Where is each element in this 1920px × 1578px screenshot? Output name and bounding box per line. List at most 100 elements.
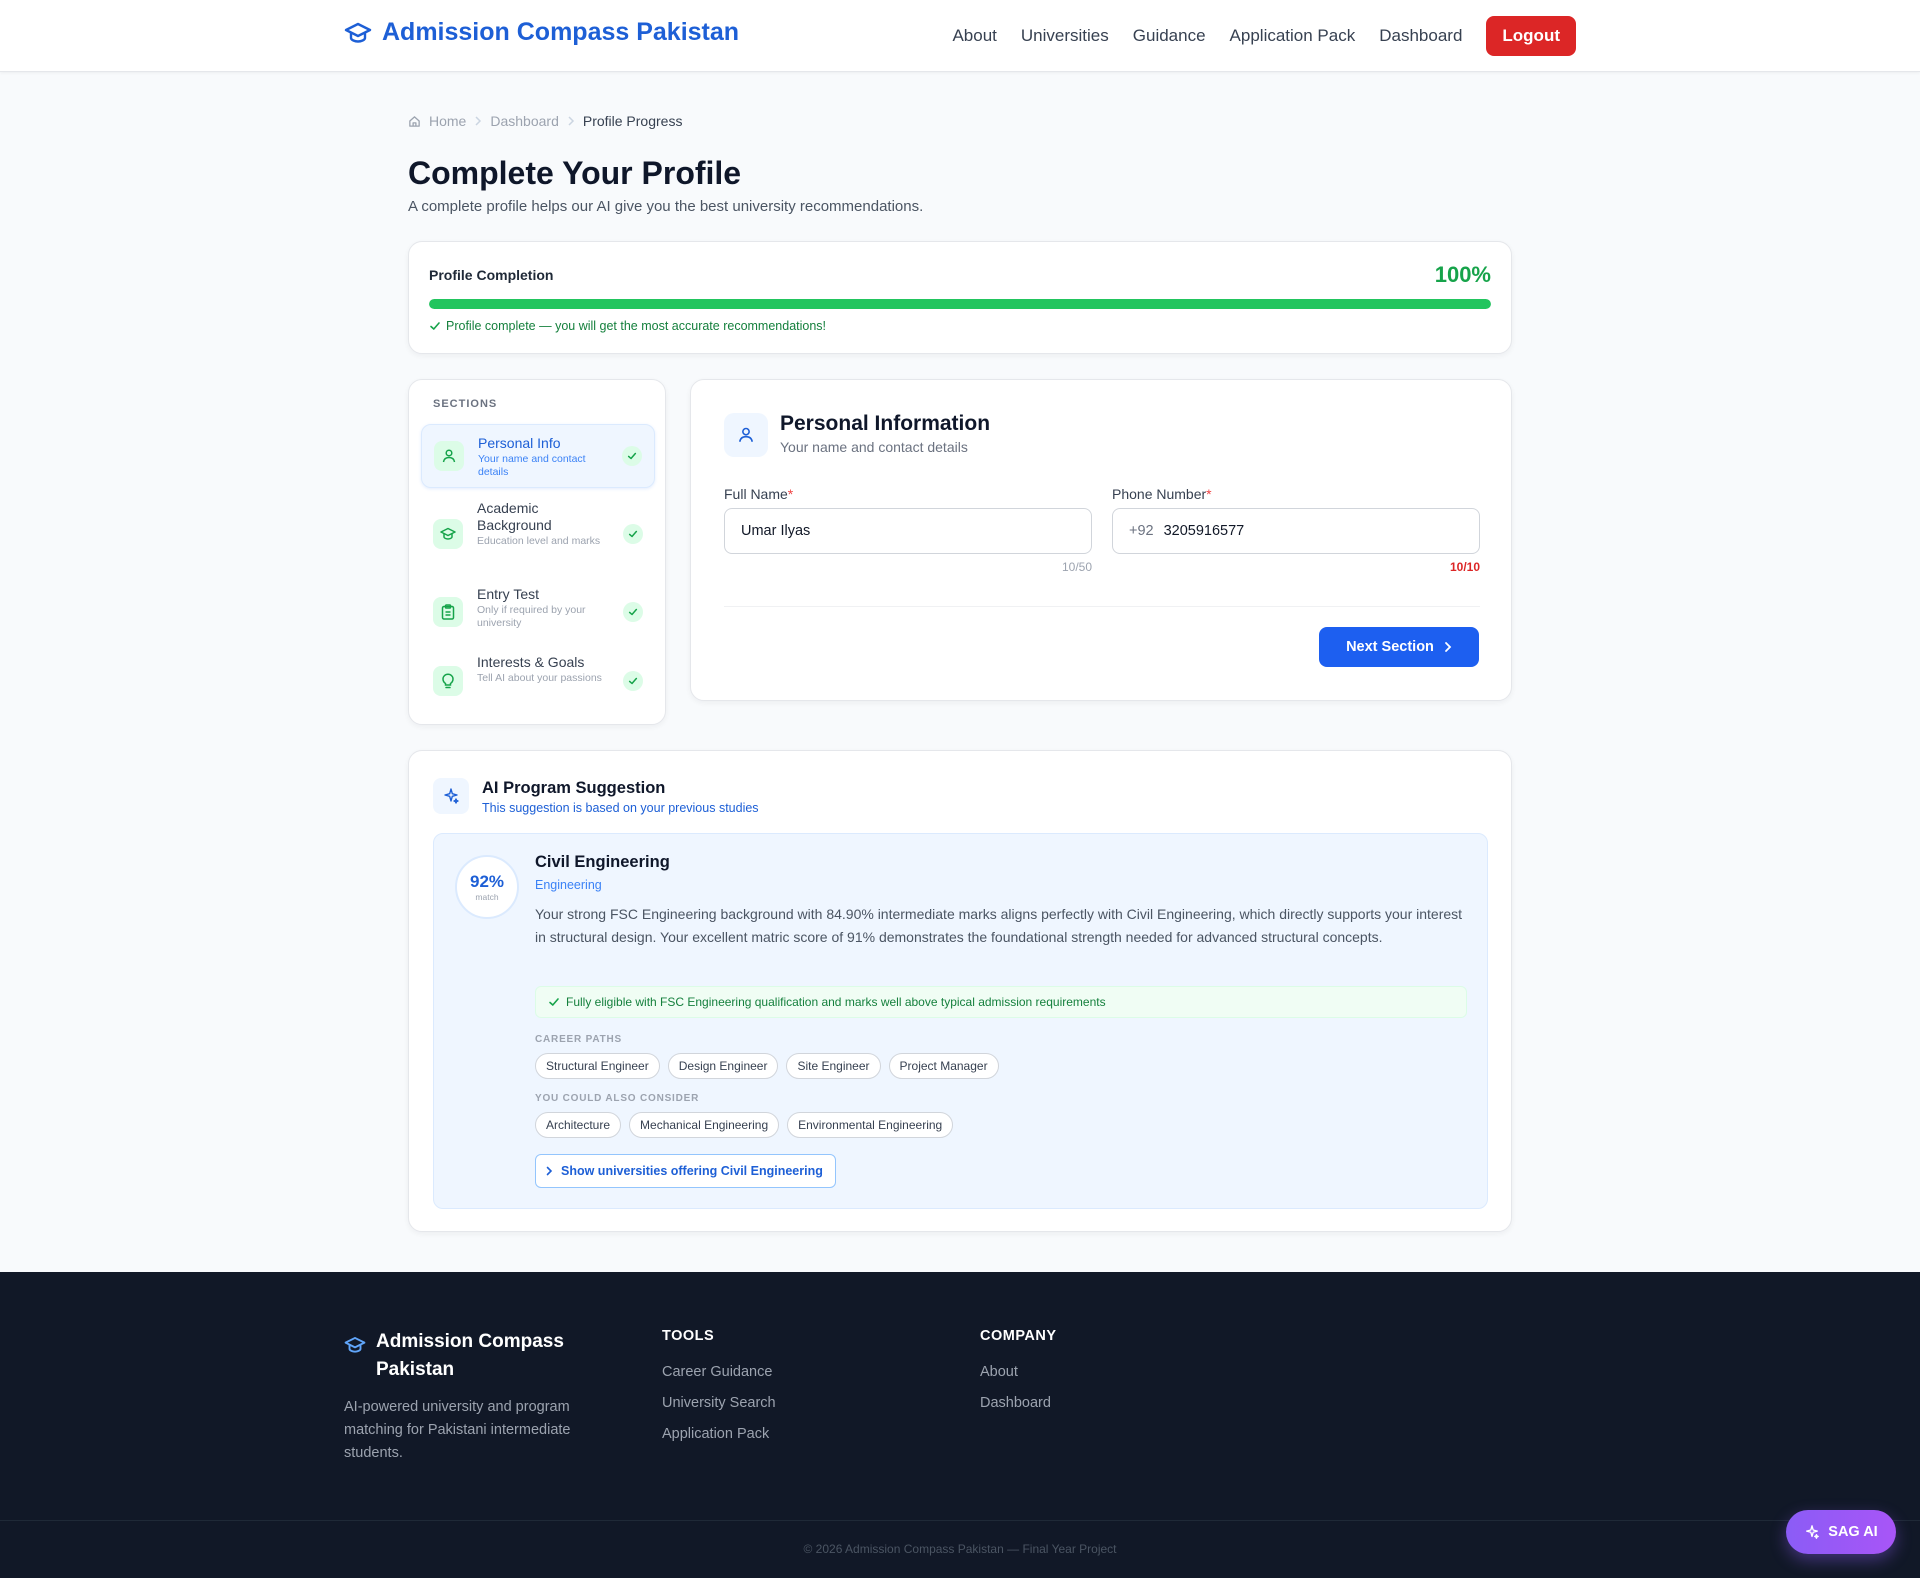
consider-tag[interactable]: Environmental Engineering (787, 1112, 954, 1138)
nav-application-pack[interactable]: Application Pack (1230, 26, 1356, 46)
logout-button[interactable]: Logout (1486, 16, 1576, 56)
copyright: © 2026 Admission Compass Pakistan — Fina… (803, 1542, 1117, 1556)
completion-label: Profile Completion (429, 267, 554, 283)
eligibility-text: Fully eligible with FSC Engineering qual… (566, 995, 1106, 1009)
footer-link-university-search[interactable]: University Search (662, 1395, 776, 1411)
home-icon (408, 115, 421, 128)
show-universities-label: Show universities offering Civil Enginee… (561, 1164, 823, 1178)
breadcrumb-dashboard[interactable]: Dashboard (490, 113, 559, 129)
clipboard-icon (433, 597, 463, 627)
program-field: Engineering (535, 878, 602, 892)
match-badge: 92% match (455, 855, 519, 919)
phone-number-input[interactable]: +92 3205916577 (1112, 508, 1480, 554)
footer-company-heading: COMPANY (980, 1328, 1057, 1344)
next-section-button[interactable]: Next Section (1319, 627, 1479, 667)
sag-ai-chat-button[interactable]: SAG AI (1786, 1510, 1896, 1554)
required-asterisk: * (1206, 486, 1212, 502)
next-section-label: Next Section (1346, 639, 1434, 655)
sparkles-icon (1804, 1524, 1820, 1540)
footer-link-dashboard[interactable]: Dashboard (980, 1395, 1057, 1411)
footer-brand-name: Admission Compass Pakistan (376, 1331, 564, 1380)
breadcrumb-home[interactable]: Home (429, 113, 466, 129)
graduation-cap-icon (344, 1336, 366, 1384)
main-nav: About Universities Guidance Application … (952, 16, 1576, 56)
site-footer: Admission Compass Pakistan AI-powered un… (0, 1272, 1920, 1578)
program-name: Civil Engineering (535, 853, 670, 871)
completion-message-text: Profile complete — you will get the most… (446, 319, 827, 333)
footer-company-column: COMPANY About Dashboard (980, 1328, 1057, 1426)
footer-tools-heading: TOOLS (662, 1328, 715, 1344)
section-desc: Your name and contact details (478, 453, 586, 479)
check-circle-icon (623, 602, 643, 622)
brand-logo[interactable]: Admission Compass Pakistan (344, 18, 739, 47)
full-name-counter: 10/50 (1061, 560, 1092, 574)
completion-progress-fill (429, 299, 1491, 309)
section-item-academic-background[interactable]: Academic Background Education level and … (421, 494, 655, 574)
personal-information-card: Personal Information Your name and conta… (690, 379, 1512, 701)
phone-number-label: Phone Number* (1112, 486, 1212, 502)
check-icon (548, 996, 560, 1008)
section-subheading: Your name and contact details (780, 439, 968, 455)
chevron-right-icon (567, 116, 575, 126)
footer-link-application-pack[interactable]: Application Pack (662, 1426, 776, 1442)
section-title: Personal Info (478, 435, 561, 451)
ai-suggestion-card: AI Program Suggestion This suggestion is… (408, 750, 1512, 1232)
ai-suggestion-title: AI Program Suggestion (482, 779, 666, 797)
nav-dashboard[interactable]: Dashboard (1379, 26, 1462, 46)
section-desc: Only if required by your university (477, 604, 586, 630)
nav-about[interactable]: About (952, 26, 996, 46)
consider-tag[interactable]: Mechanical Engineering (629, 1112, 780, 1138)
phone-prefix: +92 (1129, 523, 1154, 539)
career-paths-list: Structural Engineer Design Engineer Site… (535, 1053, 999, 1079)
nav-guidance[interactable]: Guidance (1133, 26, 1206, 46)
chevron-right-icon (1444, 641, 1452, 653)
section-desc: Education level and marks (477, 535, 601, 547)
sections-sidebar: SECTIONS Personal Info Your name and con… (408, 379, 666, 725)
profile-completion-card: Profile Completion 100% Profile complete… (408, 241, 1512, 354)
sag-ai-label: SAG AI (1828, 1524, 1878, 1540)
ai-suggestion-subtitle: This suggestion is based on your previou… (482, 801, 759, 815)
career-tag: Project Manager (888, 1053, 999, 1079)
footer-link-about[interactable]: About (980, 1364, 1057, 1380)
career-tag: Site Engineer (786, 1053, 881, 1079)
section-item-entry-test[interactable]: Entry Test Only if required by your univ… (421, 582, 655, 642)
match-label: match (475, 892, 499, 902)
check-circle-icon (623, 671, 643, 691)
section-desc: Tell AI about your passions (477, 672, 602, 684)
footer-description: AI-powered university and program matchi… (344, 1399, 571, 1461)
divider (724, 606, 1480, 607)
consider-tag[interactable]: Architecture (535, 1112, 622, 1138)
career-tag: Structural Engineer (535, 1053, 660, 1079)
footer-link-career-guidance[interactable]: Career Guidance (662, 1364, 776, 1380)
match-percent: 92% (469, 872, 505, 891)
also-consider-heading: YOU COULD ALSO CONSIDER (535, 1093, 700, 1104)
footer-brand[interactable]: Admission Compass Pakistan (344, 1328, 596, 1384)
show-universities-button[interactable]: Show universities offering Civil Enginee… (535, 1154, 836, 1188)
sparkles-icon (433, 778, 469, 814)
nav-universities[interactable]: Universities (1021, 26, 1109, 46)
user-icon (434, 441, 464, 471)
required-asterisk: * (787, 486, 794, 502)
check-icon (429, 320, 441, 332)
breadcrumb-current: Profile Progress (582, 113, 683, 129)
section-title: Interests & Goals (477, 654, 585, 670)
full-name-label: Full Name* (724, 486, 793, 502)
page-title: Complete Your Profile (408, 155, 742, 191)
sections-heading: SECTIONS (433, 398, 498, 410)
section-title: Academic Background (477, 500, 552, 533)
phone-counter: 10/10 (1449, 560, 1480, 574)
page-subtitle: A complete profile helps our AI give you… (408, 198, 924, 215)
footer-tools-column: TOOLS Career Guidance University Search … (662, 1328, 776, 1457)
completion-percent: 100% (1434, 262, 1491, 287)
full-name-value: Umar Ilyas (741, 523, 811, 539)
section-item-personal-info[interactable]: Personal Info Your name and contact deta… (421, 424, 655, 488)
full-name-label-text: Full Name (724, 486, 788, 502)
career-paths-heading: CAREER PATHS (535, 1034, 623, 1045)
section-title: Entry Test (477, 586, 539, 602)
full-name-input[interactable]: Umar Ilyas (724, 508, 1092, 554)
user-icon (724, 413, 768, 457)
completion-progress-bar (429, 299, 1491, 309)
section-item-interests-goals[interactable]: Interests & Goals Tell AI about your pas… (421, 650, 655, 710)
check-circle-icon (623, 524, 643, 544)
check-circle-icon (622, 446, 642, 466)
